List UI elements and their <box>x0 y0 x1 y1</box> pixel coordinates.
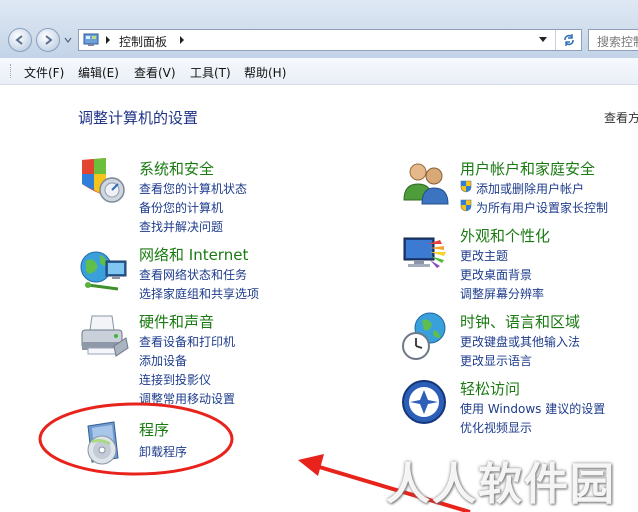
menu-help[interactable]: 帮助(H) <box>244 64 286 81</box>
link-network-status[interactable]: 查看网络状态和任务 <box>139 266 247 283</box>
forward-button[interactable] <box>36 28 60 52</box>
link-view-computer-status[interactable]: 查看您的计算机状态 <box>139 180 247 197</box>
security-shield-icon[interactable] <box>78 156 130 208</box>
search-input[interactable]: 搜索控制 <box>588 29 638 51</box>
programs-disc-icon[interactable] <box>78 418 130 470</box>
link-display-language[interactable]: 更改显示语言 <box>460 352 532 369</box>
link-optimize-display[interactable]: 优化视频显示 <box>460 419 532 436</box>
link-add-device[interactable]: 添加设备 <box>139 352 187 369</box>
link-mobility-settings[interactable]: 调整常用移动设置 <box>139 390 235 407</box>
menu-tools[interactable]: 工具(T) <box>190 64 231 81</box>
menu-bar: 文件(F) 编辑(E) 查看(V) 工具(T) 帮助(H) <box>0 58 638 85</box>
menu-edit[interactable]: 编辑(E) <box>78 64 119 81</box>
page-title: 调整计算机的设置 <box>78 109 199 127</box>
navigation-bar: 控制面板 搜索控制 <box>0 0 638 58</box>
link-keyboard-input[interactable]: 更改键盘或其他输入法 <box>460 333 580 350</box>
link-desktop-background[interactable]: 更改桌面背景 <box>460 266 532 283</box>
breadcrumb-separator-icon[interactable] <box>179 36 185 44</box>
category-title-network[interactable]: 网络和 Internet <box>139 244 248 265</box>
refresh-button[interactable] <box>555 30 582 50</box>
address-bar[interactable]: 控制面板 <box>78 29 582 51</box>
breadcrumb-control-panel[interactable]: 控制面板 <box>119 33 167 50</box>
arrow-left-icon <box>15 35 23 45</box>
link-devices-printers[interactable]: 查看设备和打印机 <box>139 333 235 350</box>
category-title-system-security[interactable]: 系统和安全 <box>139 158 214 179</box>
link-screen-resolution[interactable]: 调整屏幕分辨率 <box>460 285 544 302</box>
view-by-label[interactable]: 查看方式 <box>604 109 638 126</box>
category-title-user-accounts[interactable]: 用户帐户和家庭安全 <box>460 158 595 179</box>
link-backup-computer[interactable]: 备份您的计算机 <box>139 199 223 216</box>
refresh-icon <box>564 34 574 46</box>
menu-view[interactable]: 查看(V) <box>134 64 176 81</box>
link-change-theme[interactable]: 更改主题 <box>460 247 508 264</box>
arrow-right-icon <box>45 35 53 45</box>
link-connect-projector[interactable]: 连接到投影仪 <box>139 371 211 388</box>
user-accounts-icon[interactable] <box>400 156 452 208</box>
link-add-remove-users[interactable]: 添加或删除用户帐户 <box>476 180 584 197</box>
recent-pages-dropdown-icon[interactable] <box>64 36 72 44</box>
watermark: 人人软件园 <box>386 459 616 510</box>
link-homegroup-sharing[interactable]: 选择家庭组和共享选项 <box>139 285 259 302</box>
category-title-ease-of-access[interactable]: 轻松访问 <box>460 378 520 399</box>
address-dropdown-icon[interactable] <box>539 37 547 43</box>
uac-shield-icon <box>460 180 472 193</box>
clock-globe-icon[interactable] <box>400 310 452 362</box>
link-troubleshoot[interactable]: 查找并解决问题 <box>139 218 223 235</box>
link-parental-controls[interactable]: 为所有用户设置家长控制 <box>476 199 608 216</box>
uac-shield-icon <box>460 199 472 212</box>
link-recommended-settings[interactable]: 使用 Windows 建议的设置 <box>460 400 605 417</box>
menu-grip <box>10 64 13 78</box>
appearance-monitor-icon[interactable] <box>400 230 452 282</box>
control-panel-icon <box>83 33 99 46</box>
pointer-arrow-head <box>298 454 324 476</box>
breadcrumb-separator-icon[interactable] <box>105 36 111 44</box>
category-title-hardware-sound[interactable]: 硬件和声音 <box>139 311 214 332</box>
link-uninstall-program[interactable]: 卸载程序 <box>139 443 187 460</box>
category-title-programs[interactable]: 程序 <box>139 419 169 440</box>
highlight-ellipse <box>38 402 234 476</box>
printer-icon[interactable] <box>78 312 130 364</box>
back-button[interactable] <box>8 28 32 52</box>
menu-file[interactable]: 文件(F) <box>24 64 64 81</box>
category-title-appearance[interactable]: 外观和个性化 <box>460 225 550 246</box>
ease-of-access-icon[interactable] <box>400 378 452 430</box>
network-globe-icon[interactable] <box>78 245 130 297</box>
category-title-clock-region[interactable]: 时钟、语言和区域 <box>460 311 580 332</box>
